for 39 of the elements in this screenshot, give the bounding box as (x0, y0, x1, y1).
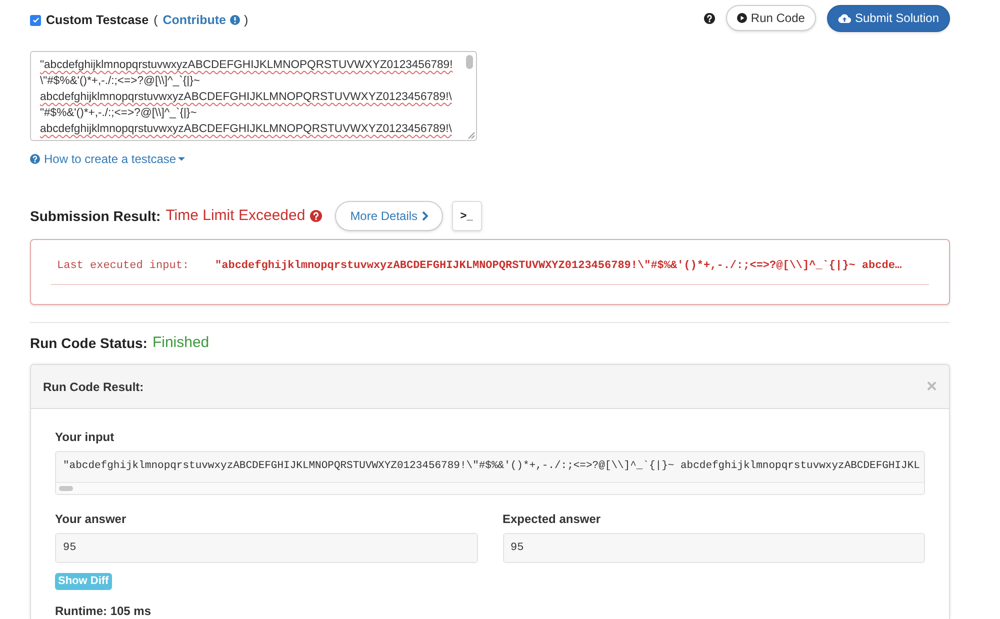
paren-text: ( (154, 12, 158, 28)
checkbox[interactable] (30, 14, 41, 26)
scrollbar-thumb[interactable] (466, 55, 473, 69)
checkbox-label: Custom Testcase (46, 12, 149, 28)
panel-title: Run Code Result: (43, 378, 144, 396)
play-icon (736, 13, 747, 23)
input-value: "abcdefghijklmnopqrstuvwxyzABCDEFGHIJKLMNOPQRSTUVWXYZ0123456789!\"#$%&'()*+,-./:;<=>?@[\\]^_`{|}~ abcdefghijklmnopqrstuvwxyzABCDEFGHIJKL (63, 459, 920, 474)
section-heading: Submission Result: (30, 206, 161, 226)
testcase-textarea[interactable] (30, 51, 477, 141)
run-code-button[interactable]: Run Code (726, 5, 816, 31)
answer-output: 95 (55, 533, 478, 563)
field-label: Your answer (55, 511, 126, 527)
chevron-right-icon (422, 211, 428, 221)
textarea-line: \"#$%&'()*+,-./:;<=>?@[\\]^_`{|}~ (40, 74, 200, 89)
textarea-line: abcdefghijklmnopqrstuvwxyzABCDEFGHIJKLMNOPQRSTUVWXYZ0123456789!\ (40, 122, 452, 137)
help-link[interactable]: How to create a testcase (44, 151, 186, 167)
contribute-link[interactable]: Contribute (162, 12, 226, 28)
field-label: Your input (55, 429, 114, 445)
field-label: Expected answer (502, 511, 601, 527)
cloud-upload-icon (838, 14, 851, 22)
submit-button[interactable]: Submit Solution (826, 4, 950, 32)
textarea-line: "abcdefghijklmnopqrstuvwxyzABCDEFGHIJKLMNOPQRSTUVWXYZ0123456789! (40, 58, 453, 73)
error-label: Last executed input: (57, 258, 190, 274)
help-icon[interactable] (704, 12, 715, 24)
console-button[interactable]: >_ (452, 201, 482, 231)
scrollbar-thumb[interactable] (59, 486, 73, 491)
status-text: Time Limit Exceeded (166, 206, 306, 226)
caret-icon (178, 157, 186, 161)
section-heading: Run Code Status: (30, 334, 148, 353)
textarea-line: "#$%&'()*+,-./:;<=>?@[\\]^_`{|}~ (40, 106, 197, 121)
runtime-text: Runtime: 105 ms (55, 603, 152, 619)
resize-handle-icon[interactable] (467, 131, 475, 139)
status-text: Finished (152, 333, 210, 353)
textarea-line: abcdefghijklmnopqrstuvwxyzABCDEFGHIJKLMNOPQRSTUVWXYZ0123456789!\ (40, 90, 452, 105)
error-value: "abcdefghijklmnopqrstuvwxyzABCDEFGHIJKLMNOPQRSTUVWXYZ0123456789!\"#$%&'()*+,-./:;<=>?@[\\]^_`{|}~ abcde… (215, 258, 902, 274)
more-details-button[interactable]: More Details (335, 201, 443, 231)
answer-output: 95 (502, 533, 925, 563)
info-icon[interactable] (230, 15, 240, 25)
paren-text: ) (244, 12, 248, 28)
